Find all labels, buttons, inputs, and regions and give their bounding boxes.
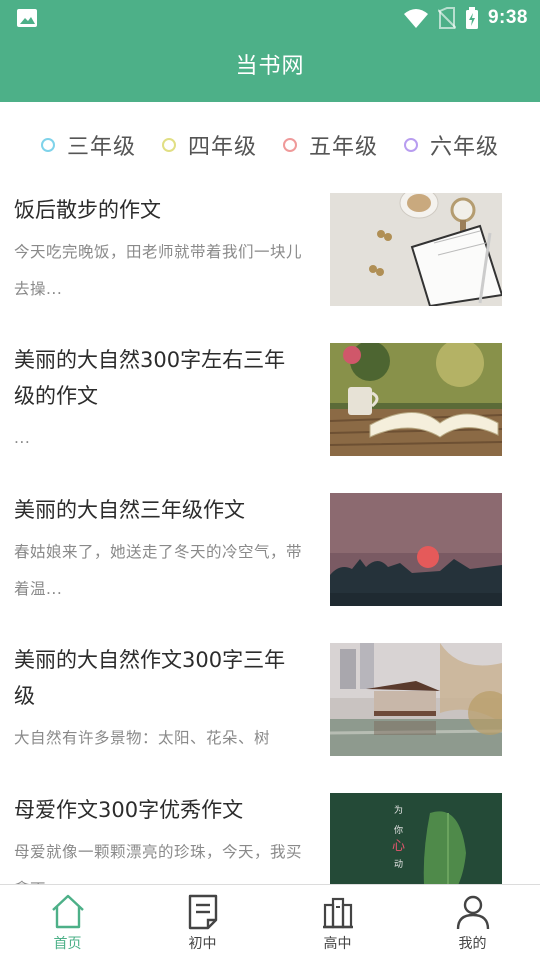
tab-junior-high[interactable]: 初中 — [135, 885, 270, 960]
app-bar: 当书网 — [0, 36, 540, 102]
no-sim-icon — [437, 7, 456, 29]
grade-tab-3[interactable]: 三年级 — [40, 129, 136, 161]
clock: 9:38 — [487, 7, 528, 28]
tab-mine[interactable]: 我的 — [405, 885, 540, 960]
article-thumbnail — [330, 643, 502, 756]
battery-charging-icon — [465, 7, 478, 29]
article-thumbnail: 为 你 心 动 — [330, 793, 502, 885]
article-item[interactable]: 美丽的大自然300字左右三年级的作文 ... — [0, 330, 540, 480]
article-thumbnail — [330, 343, 502, 456]
grade-filter: 三年级 四年级 五年级 六年级 — [0, 122, 540, 168]
article-title: 饭后散步的作文 — [14, 198, 161, 222]
article-title: 美丽的大自然作文300字三年级 — [14, 648, 286, 708]
tab-label: 首页 — [53, 936, 82, 952]
article-item[interactable]: 母爱作文300字优秀作文 母爱就像一颗颗漂亮的珍珠，今天，我买拿丁 为 你 心 … — [0, 780, 540, 885]
grade-label: 五年级 — [309, 135, 379, 160]
article-summary: 今天吃完晚饭，田老师就带着我们一块儿去操... — [14, 243, 303, 298]
svg-text:动: 动 — [394, 859, 403, 870]
bottom-tab-bar: 首页 初中 高中 我的 — [0, 884, 540, 960]
image-icon — [17, 9, 37, 27]
status-bar: 9:38 — [0, 0, 540, 36]
article-title: 母爱作文300字优秀作文 — [14, 798, 244, 822]
books-icon — [323, 897, 353, 929]
tab-label: 我的 — [458, 936, 487, 952]
article-title: 美丽的大自然三年级作文 — [14, 498, 245, 522]
svg-text:你: 你 — [394, 824, 403, 836]
svg-text:为: 为 — [394, 804, 403, 816]
home-icon — [52, 894, 84, 929]
article-item[interactable]: 饭后散步的作文 今天吃完晚饭，田老师就带着我们一块儿去操... — [0, 180, 540, 330]
grade-label: 三年级 — [66, 135, 136, 160]
article-thumbnail — [330, 493, 502, 606]
article-list[interactable]: 饭后散步的作文 今天吃完晚饭，田老师就带着我们一块儿去操... 美丽的大自然30… — [0, 180, 540, 885]
grade-tab-6[interactable]: 六年级 — [404, 129, 499, 161]
svg-text:心: 心 — [392, 839, 405, 854]
tab-label: 初中 — [188, 936, 217, 952]
tab-home[interactable]: 首页 — [0, 885, 135, 960]
grade-tab-4[interactable]: 四年级 — [161, 129, 257, 161]
article-item[interactable]: 美丽的大自然作文300字三年级 大自然有许多景物：太阳、花朵、树 — [0, 630, 540, 780]
article-thumbnail — [330, 193, 502, 306]
grade-dot-icon — [40, 138, 55, 152]
article-item[interactable]: 美丽的大自然三年级作文 春姑娘来了，她送走了冬天的冷空气，带着温... — [0, 480, 540, 630]
document-icon — [188, 894, 218, 930]
grade-dot-icon — [161, 138, 176, 152]
tab-label: 高中 — [323, 936, 352, 952]
wifi-icon — [403, 9, 428, 28]
grade-dot-icon — [404, 138, 419, 152]
grade-tab-5[interactable]: 五年级 — [283, 129, 378, 161]
page-title: 当书网 — [235, 54, 305, 79]
article-summary: 母爱就像一颗颗漂亮的珍珠，今天，我买拿丁 — [14, 843, 303, 885]
article-title: 美丽的大自然300字左右三年级的作文 — [14, 348, 286, 408]
article-summary: 大自然有许多景物：太阳、花朵、树 — [14, 729, 271, 747]
tab-senior-high[interactable]: 高中 — [270, 885, 405, 960]
grade-label: 六年级 — [430, 135, 500, 160]
article-summary: ... — [14, 429, 31, 447]
grade-label: 四年级 — [187, 135, 257, 160]
person-icon — [456, 895, 490, 930]
article-summary: 春姑娘来了，她送走了冬天的冷空气，带着温... — [14, 543, 303, 598]
grade-dot-icon — [283, 138, 297, 152]
